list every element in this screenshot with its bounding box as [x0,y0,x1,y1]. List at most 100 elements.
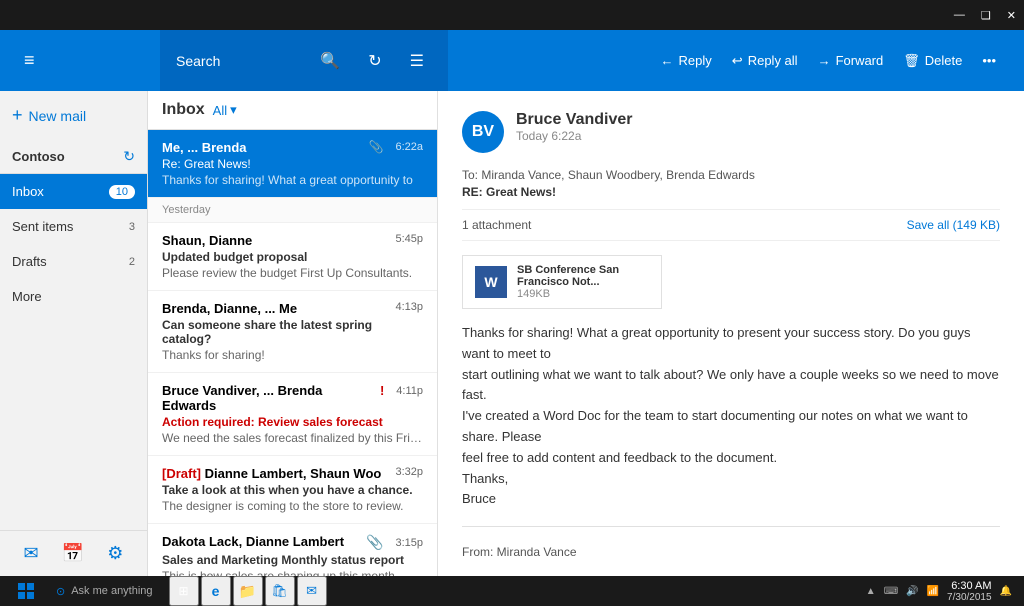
email-body: Thanks for sharing! What a great opportu… [462,323,1000,556]
calendar-icon-btn[interactable]: 📅 [62,543,84,564]
email-sent-time: Today 6:22a [516,129,1000,143]
taskbar-right: ▲ ⌨ 🔊 📶 6:30 AM 7/30/2015 🔔 [858,580,1020,603]
date-separator: Yesterday [148,198,437,223]
sync-icon[interactable]: ↻ [123,148,135,165]
drafts-label: Drafts [12,254,47,269]
email-sender: Me, ... Brenda [162,140,247,155]
network-icon: 📶 [927,586,939,597]
email-detail-header: BV Bruce Vandiver Today 6:22a [462,111,1000,153]
toolbar-search: Search 🔍 ↻ ☰ [160,30,448,91]
reply-button[interactable]: ← Reply [653,47,720,74]
reply-label: Reply [679,53,712,68]
email-subject: Can someone share the latest spring cata… [162,318,423,346]
inbox-title: Inbox [162,101,205,119]
task-view-icon: ⊞ [179,584,189,598]
start-button[interactable] [4,576,48,606]
email-preview: Please review the budget First Up Consul… [162,266,423,280]
settings-icon-btn[interactable]: ⚙ [107,543,123,564]
notifications-icon[interactable]: 🔔 [1000,586,1012,597]
email-sender: Bruce Vandiver, ... Brenda Edwards [162,383,380,413]
attachment-size: 149KB [517,288,649,300]
reply-all-arrow-icon: ↩ [732,53,743,69]
drafts-badge: 2 [129,256,135,268]
list-item[interactable]: Brenda, Dianne, ... Me 4:13p Can someone… [148,291,437,373]
forward-label: Forward [836,53,884,68]
search-text: Search [176,53,300,69]
email-sender: Brenda, Dianne, ... Me [162,301,297,316]
email-preview: The designer is coming to the store to r… [162,499,423,513]
email-preview: We need the sales forecast finalized by … [162,431,423,445]
sidebar-item-more[interactable]: More [0,279,147,314]
filter-button[interactable]: All ▾ [213,102,237,118]
body-line2: start outlining what we want to talk abo… [462,365,1000,407]
email-divider [462,526,1000,527]
account-name: Contoso [12,149,65,164]
sidebar-item-inbox[interactable]: Inbox 10 [0,174,147,209]
taskbar: ⊙ Ask me anything ⊞ e 📁 🛍 ✉ ▲ ⌨ 🔊 📶 6:30… [0,576,1024,606]
email-item-header: Brenda, Dianne, ... Me 4:13p [162,301,423,316]
list-item[interactable]: [Draft] Dianne Lambert, Shaun Woo 3:32p … [148,456,437,524]
mail-taskbar-button[interactable]: ✉ [297,576,327,606]
email-item-header: Dakota Lack, Dianne Lambert 📎 3:15p [162,534,423,551]
maximize-button[interactable]: ❑ [981,9,991,22]
filter-label: All [213,103,227,118]
folder-icon: 📁 [239,583,256,600]
sidebar: + New mail Contoso ↻ Inbox 10 Sent items… [0,91,148,576]
refresh-icon-btn[interactable]: ↻ [360,47,389,75]
email-subject: Action required: Review sales forecast [162,415,423,429]
chevron-down-icon: ▾ [230,102,237,118]
email-item-header: Me, ... Brenda 📎 6:22a [162,140,423,155]
task-view-button[interactable]: ⊞ [169,576,199,606]
attachment-item[interactable]: W SB Conference San Francisco Not... 149… [462,255,662,309]
close-button[interactable]: ✕ [1007,9,1016,22]
reply-all-button[interactable]: ↩ Reply all [724,47,806,75]
body-name: Bruce [462,489,1000,510]
delete-label: Delete [925,53,963,68]
list-item[interactable]: Bruce Vandiver, ... Brenda Edwards ! 4:1… [148,373,437,456]
email-sender: Shaun, Dianne [162,233,252,248]
filter-icon-btn[interactable]: ☰ [402,47,432,75]
sidebar-item-sent[interactable]: Sent items 3 [0,209,147,244]
forward-button[interactable]: → Forward [810,47,892,74]
more-button[interactable]: ••• [974,47,1004,74]
new-mail-button[interactable]: + New mail [0,91,147,140]
body-line3: I've created a Word Doc for the team to … [462,406,1000,448]
file-explorer-button[interactable]: 📁 [233,576,263,606]
list-item[interactable]: Me, ... Brenda 📎 6:22a Re: Great News! T… [148,130,437,198]
sidebar-item-drafts[interactable]: Drafts 2 [0,244,147,279]
sent-badge: 3 [129,221,135,233]
new-mail-label: New mail [29,108,87,124]
delete-button[interactable]: 🗑 Delete [895,47,970,75]
nav-items: Inbox 10 Sent items 3 Drafts 2 More [0,174,147,530]
toolbar-actions: ← Reply ↩ Reply all → Forward 🗑 Delete •… [448,47,1012,75]
store-icon: 🛍 [271,583,288,599]
store-button[interactable]: 🛍 [265,576,295,606]
email-time: 6:22a [395,141,423,153]
taskbar-search[interactable]: ⊙ Ask me anything [48,583,161,600]
email-subject: Take a look at this when you have a chan… [162,483,423,497]
minimize-button[interactable]: — [954,9,965,21]
email-list-header: Inbox All ▾ [148,91,437,130]
app-window: ≡ Search 🔍 ↻ ☰ ← Reply ↩ Reply all → For… [0,30,1024,576]
sidebar-bottom: ✉ 📅 ⚙ [0,530,147,576]
search-icon-btn[interactable]: 🔍 [312,47,348,75]
list-item[interactable]: Dakota Lack, Dianne Lambert 📎 3:15p Sale… [148,524,437,576]
forward-arrow-icon: → [818,53,831,68]
speaker-icon: 🔊 [906,586,918,597]
email-re: RE: Great News! [462,185,1000,199]
email-subject: Re: Great News! [162,157,423,171]
email-time: 4:11p [396,385,423,397]
list-item[interactable]: Shaun, Dianne 5:45p Updated budget propo… [148,223,437,291]
email-meta: Bruce Vandiver Today 6:22a [516,111,1000,143]
mail-icon-btn[interactable]: ✉ [24,543,39,564]
edge-button[interactable]: e [201,576,231,606]
attachment-name: SB Conference San Francisco Not... [517,264,649,288]
email-preview: This is how sales are shaping up this mo… [162,569,423,576]
hamburger-button[interactable]: ≡ [20,46,39,75]
save-all-link[interactable]: Save all (149 KB) [907,218,1000,232]
keyboard-icon: ⌨ [884,586,898,597]
email-preview: Thanks for sharing! [162,348,423,362]
email-time: 4:13p [395,301,423,313]
email-list-content: Me, ... Brenda 📎 6:22a Re: Great News! T… [148,130,437,576]
title-bar-controls: — ❑ ✕ [954,9,1016,22]
